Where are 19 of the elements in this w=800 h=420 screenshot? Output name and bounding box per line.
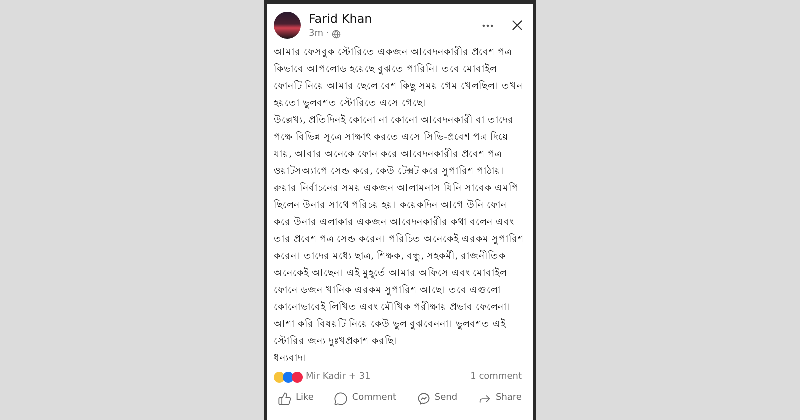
like-button[interactable]: Like [278, 392, 314, 406]
speech-bubble-icon [334, 392, 348, 406]
globe-icon [332, 30, 342, 40]
post-paragraph: আমার ফেসবুক স্টোরিতে একজন আবেদনকারীর প্রবেশ পত্র কিভাবে আপলোড হয়েছে বুঝতে পারিনি। তবে মোবাইল ফোনটি নিয়ে আমার ছেলে বেশ কিছু সময় গেম খেলছিল। তখন হয়তো ভুলবশত স্টোরিতে এসে গেছে। [274, 45, 524, 111]
comment-count[interactable]: 1 comment [470, 370, 522, 384]
send-button[interactable]: Send [416, 392, 458, 406]
post-time: 3m [309, 28, 324, 41]
thumbs-up-icon [278, 392, 292, 406]
messenger-icon [416, 392, 431, 406]
reaction-icons[interactable] [274, 372, 303, 383]
share-button[interactable]: Share [478, 392, 522, 406]
author-name[interactable]: Farid Khan [309, 10, 473, 28]
avatar[interactable] [274, 12, 301, 40]
reaction-count[interactable]: Mir Kadir + 31 [306, 370, 371, 384]
post-paragraph: উল্লেখ্য, প্রতিদিনই কোনো না কোনো আবেদনকারী বা তাদের পক্ষে বিভিন্ন সূত্রে সাক্ষাৎ করতে এসে সিভি-প্রবেশ পত্র দিয়ে যায়, আবার অনেকে ফোন করে আবেদনকারীর প্রবেশ পত্র ওয়াটসঅ্যাপে সেন্ড করে, কেউ টেক্সট করে সুপারিশ পাঠায়। রুয়ার নির্বাচনের সময় একজন আলামনাস যিনি সাবেক এমপি ছিলেন উনার সাথে পরিচয় হয়। কয়েকদিন আগে উনি ফোন করে উনার এলাকার একজন আবেদনকারীর কথা বলেন এবং তার প্রবেশ পত্র সেন্ড করেন। পরিচিত অনেকেই এরকম সুপারিশ করেন। তাদের মধ্যে ছাত্র, শিক্ষক, বন্ধু, সহকর্মী, রাজনীতিক অনেকেই আছেন। এই মুহূর্তে আমার অফিসে এবং মোবাইল ফোনে ডজন খানিক এরকম সুপারিশ আছে। তবে এগুলো কোনোভাবেই লিখিত এবং মৌখিক পরীক্ষায় প্রভাব ফেলেনা। [274, 113, 526, 314]
separator-dot: · [326, 28, 330, 41]
post-paragraph: আশা করি বিষয়টি নিয়ে কেউ ভুল বুঝবেননা। ভুলবশত এই স্টোরির জন্য দুঃখপ্রকাশ করছি। [274, 317, 508, 349]
comment-button[interactable]: Comment [334, 392, 396, 406]
post-paragraph: ধন্যবাদ। [274, 352, 308, 366]
